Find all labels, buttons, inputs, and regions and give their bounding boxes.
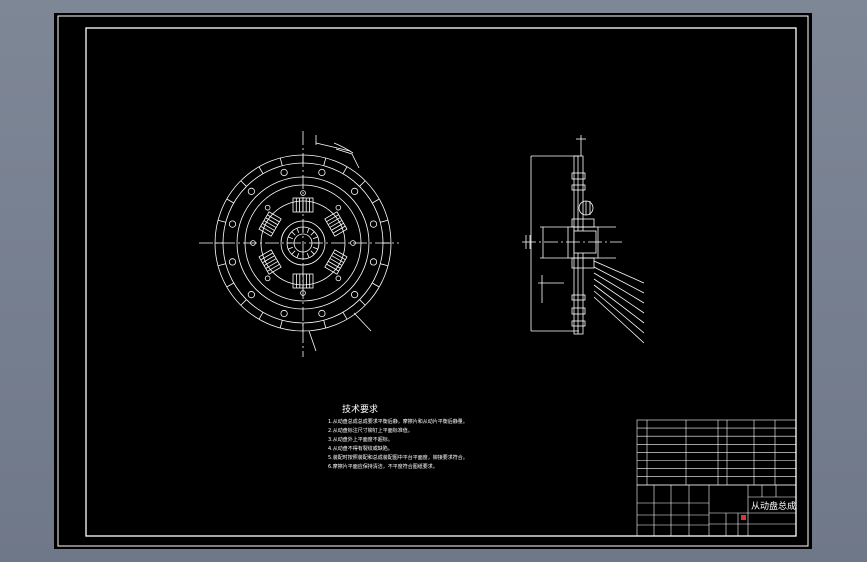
rivet-hole <box>318 309 326 318</box>
tech-req-line-5: 5.装配时按照装配和总成装配图中平台平面度，铆接要求符合。 <box>328 454 468 461</box>
spline-tooth <box>288 246 293 250</box>
tech-req-line-3: 3.从动盘外上平面度不超标。 <box>328 436 393 443</box>
slot-line <box>359 180 366 187</box>
spline-tooth <box>306 253 310 258</box>
cad-drawing: 技术要求 1.从动盘总成总成要求平衡后静，摩擦片和从动片平衡后静量。 2.从动盘… <box>57 15 809 547</box>
slot-line <box>258 312 264 320</box>
spline-tooth <box>306 228 310 233</box>
slot-line <box>323 157 327 166</box>
front-view-clutch-disc <box>199 131 399 357</box>
slot-line <box>380 219 389 223</box>
rivet-hole <box>280 168 288 177</box>
stop-pin-hole <box>335 204 342 211</box>
slot-line <box>323 320 327 329</box>
slot-line <box>372 282 380 288</box>
rivet-hole <box>351 291 359 299</box>
slot-line <box>372 198 380 204</box>
parts-list-table <box>636 419 797 486</box>
spline-tooth <box>313 246 318 250</box>
spline-tooth <box>296 253 300 258</box>
tech-req-line-6: 6.摩擦片平面应保持清洁，不平度符合图纸要求。 <box>328 463 438 470</box>
stop-pin-hole <box>264 275 271 282</box>
tech-req-line-2: 2.从动盘标注尺寸铆钉上平面标准值。 <box>328 427 413 434</box>
slot-line <box>217 263 226 267</box>
tech-req-title: 技术要求 <box>342 403 378 415</box>
slot-line <box>226 282 234 288</box>
slot-line <box>217 219 226 223</box>
rivet-hole <box>351 187 359 195</box>
stop-pin-hole <box>335 275 342 282</box>
slot-line <box>342 312 348 320</box>
spline-tooth <box>296 228 300 233</box>
tech-req-line-1: 1.从动盘总成总成要求平衡后静，摩擦片和从动片平衡后静量。 <box>328 418 468 425</box>
slot-line <box>279 320 283 329</box>
spline-tooth <box>310 250 315 255</box>
slot-line <box>380 263 389 267</box>
slot-line <box>240 299 247 306</box>
rivet-hole <box>369 258 378 266</box>
slot-line <box>258 166 264 174</box>
spline-tooth <box>310 231 315 236</box>
rivet-hole <box>280 309 288 318</box>
spline-tooth <box>313 236 318 240</box>
technical-requirements: 技术要求 1.从动盘总成总成要求平衡后静，摩擦片和从动片平衡后静量。 2.从动盘… <box>328 403 468 470</box>
stop-pin-hole <box>264 204 271 211</box>
slot-line <box>359 299 366 306</box>
rivet-hole <box>228 258 237 266</box>
side-section-view <box>522 135 645 344</box>
slot-line <box>342 166 348 174</box>
rivet-hole <box>318 168 326 177</box>
rivet-hole <box>247 291 255 299</box>
part-leader <box>593 290 645 334</box>
rivet-hole <box>228 220 237 228</box>
slot-line <box>226 198 234 204</box>
slot-line <box>240 180 247 187</box>
spline-tooth <box>291 231 296 236</box>
slot-line <box>279 157 283 166</box>
drawing-title: 从动盘总成 <box>751 500 796 512</box>
rivet-hole <box>247 187 255 195</box>
rivet-hole <box>369 220 378 228</box>
part-leader <box>593 272 645 304</box>
drawing-sheet: 技术要求 1.从动盘总成总成要求平衡后静，摩擦片和从动片平衡后静量。 2.从动盘… <box>54 13 812 549</box>
spline-tooth <box>288 236 293 240</box>
spline-tooth <box>291 250 296 255</box>
tech-req-line-4: 4.从动盘不得有裂纹或缺陷。 <box>328 445 393 452</box>
part-leader <box>593 278 645 314</box>
